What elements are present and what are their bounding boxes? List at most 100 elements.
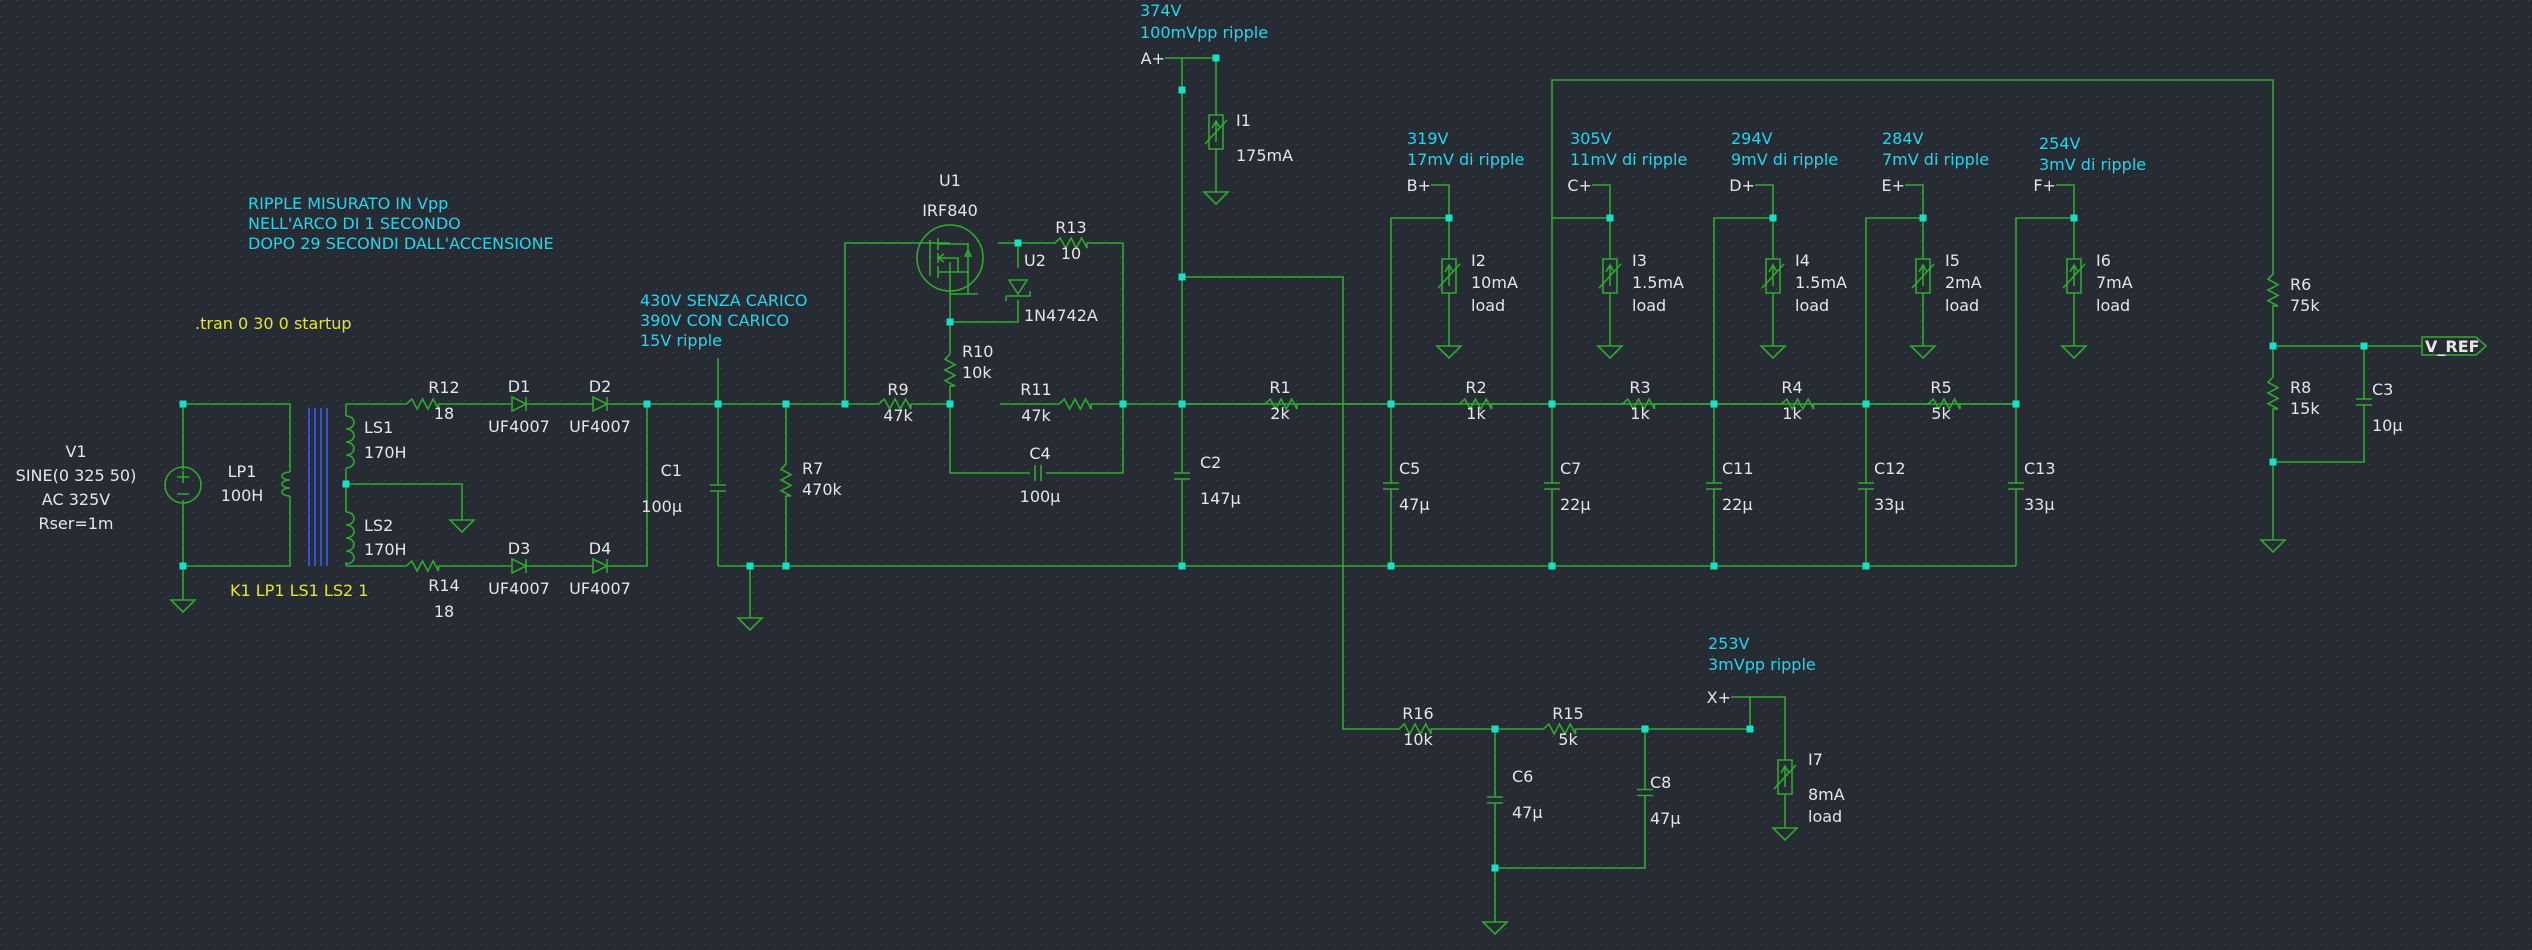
junction-node xyxy=(1549,401,1556,408)
b-ripple-note: 17mV di ripple xyxy=(1407,150,1524,169)
i3-label: I3 xyxy=(1632,251,1647,270)
c12-value: 33µ xyxy=(1874,495,1905,514)
junction-node xyxy=(1711,401,1718,408)
r14-value: 18 xyxy=(434,602,454,621)
i3-current-source[interactable] xyxy=(1599,252,1621,300)
r9-label: R9 xyxy=(887,380,908,399)
lp1-value: 100H xyxy=(221,486,264,505)
d-ripple-note: 9mV di ripple xyxy=(1731,150,1838,169)
c11-label: C11 xyxy=(1722,459,1754,478)
i4-load: load xyxy=(1795,296,1829,315)
c1-note-0: 430V SENZA CARICO xyxy=(640,291,808,310)
i4-current-source[interactable] xyxy=(1762,252,1784,300)
r5-label: R5 xyxy=(1930,378,1951,397)
r15-value: 5k xyxy=(1558,730,1578,749)
i6-label: I6 xyxy=(2096,251,2111,270)
c-ripple-note: 11mV di ripple xyxy=(1570,150,1687,169)
r11-label: R11 xyxy=(1020,380,1051,399)
junction-node xyxy=(842,401,849,408)
i6-current-source[interactable] xyxy=(2063,252,2085,300)
v1-ac: AC 325V xyxy=(42,490,110,509)
c5-value: 47µ xyxy=(1399,495,1430,514)
junction-node xyxy=(1446,215,1453,222)
ripple-note-2: DOPO 29 SECONDI DALL'ACCENSIONE xyxy=(248,234,554,253)
net-label-f: F+ xyxy=(2033,176,2056,195)
r8-value: 15k xyxy=(2290,399,2320,418)
i7-label: I7 xyxy=(1808,750,1823,769)
junction-node xyxy=(947,319,954,326)
d-voltage-note: 294V xyxy=(1731,129,1773,148)
net-label-b: B+ xyxy=(1407,176,1431,195)
junction-node xyxy=(2361,343,2368,350)
c6-label: C6 xyxy=(1512,767,1533,786)
junction-node xyxy=(2270,343,2277,350)
junction-node xyxy=(1770,215,1777,222)
junction-node xyxy=(180,563,187,570)
junction-node xyxy=(1747,726,1754,733)
i7-current-source[interactable] xyxy=(1774,752,1796,802)
f-voltage-note: 254V xyxy=(2039,134,2081,153)
ripple-note-1: NELL'ARCO DI 1 SECONDO xyxy=(248,214,461,233)
net-label-d: D+ xyxy=(1729,176,1755,195)
junction-node xyxy=(1711,563,1718,570)
junction-node xyxy=(1179,563,1186,570)
junction-node xyxy=(2270,459,2277,466)
junction-node xyxy=(947,401,954,408)
junction-node xyxy=(180,401,187,408)
ls1-label: LS1 xyxy=(364,418,393,437)
i5-current-source[interactable] xyxy=(1912,252,1934,300)
r15-label: R15 xyxy=(1552,704,1583,723)
r5-value: 5k xyxy=(1931,404,1951,423)
r6-label: R6 xyxy=(2290,275,2311,294)
r3-value: 1k xyxy=(1630,404,1650,423)
c3-label: C3 xyxy=(2372,380,2393,399)
c5-label: C5 xyxy=(1399,459,1420,478)
r6-value: 75k xyxy=(2290,296,2320,315)
i3-value: 1.5mA xyxy=(1632,273,1684,292)
junction-node xyxy=(783,401,790,408)
c13-value: 33µ xyxy=(2024,495,2055,514)
c1-value: 100µ xyxy=(641,497,682,516)
r10-label: R10 xyxy=(962,342,993,361)
net-label-vref: V_REF xyxy=(2425,337,2480,356)
i2-current-source[interactable] xyxy=(1438,252,1460,300)
d2-label: D2 xyxy=(589,377,612,396)
c8-label: C8 xyxy=(1650,773,1671,792)
junction-node xyxy=(1179,87,1186,94)
c1-note-2: 15V ripple xyxy=(640,331,722,350)
schematic-editor: V1SINE(0 325 50)AC 325VRser=1mLP1100HLS1… xyxy=(0,0,2532,945)
i7-load: load xyxy=(1808,807,1842,826)
i5-label: I5 xyxy=(1945,251,1960,270)
a-voltage-note: 374V xyxy=(1140,1,1182,20)
i6-load: load xyxy=(2096,296,2130,315)
junction-node xyxy=(343,481,350,488)
junction-node xyxy=(2013,401,2020,408)
i5-load: load xyxy=(1945,296,1979,315)
schematic-canvas[interactable]: V1SINE(0 325 50)AC 325VRser=1mLP1100HLS1… xyxy=(0,0,2532,945)
c8-value: 47µ xyxy=(1650,809,1681,828)
r2-value: 1k xyxy=(1466,404,1486,423)
x-ripple-note: 3mVpp ripple xyxy=(1708,655,1816,674)
junction-node xyxy=(715,401,722,408)
r13-value: 10 xyxy=(1061,244,1081,263)
i2-label: I2 xyxy=(1471,251,1486,270)
ls2-value: 170H xyxy=(364,540,407,559)
i2-load: load xyxy=(1471,296,1505,315)
canvas-grid xyxy=(0,0,2532,945)
e-voltage-note: 284V xyxy=(1882,129,1924,148)
lp1-label: LP1 xyxy=(228,462,257,481)
u2-value: 1N4742A xyxy=(1024,306,1098,325)
i6-value: 7mA xyxy=(2096,273,2133,292)
d2-value: UF4007 xyxy=(569,417,631,436)
c7-label: C7 xyxy=(1560,459,1581,478)
junction-node xyxy=(1642,726,1649,733)
junction-node xyxy=(1492,726,1499,733)
b-voltage-note: 319V xyxy=(1407,129,1449,148)
tran-directive: .tran 0 30 0 startup xyxy=(195,314,352,333)
r9-value: 47k xyxy=(883,406,913,425)
c4-label: C4 xyxy=(1029,444,1050,463)
junction-node xyxy=(1607,215,1614,222)
c2-label: C2 xyxy=(1200,453,1221,472)
c4-value: 100µ xyxy=(1020,487,1061,506)
junction-node xyxy=(783,563,790,570)
